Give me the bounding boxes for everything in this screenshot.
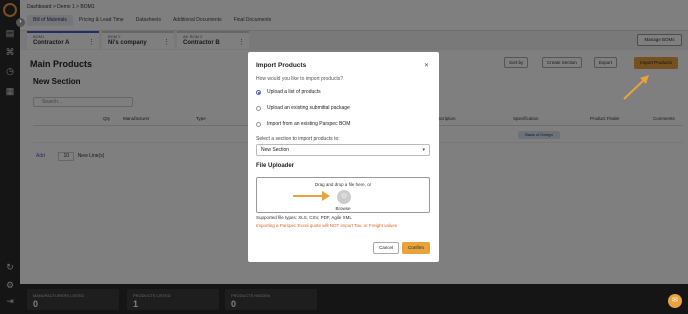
upload-icon[interactable]: ⊙	[337, 190, 351, 204]
radio-icon[interactable]	[256, 105, 261, 111]
close-icon[interactable]: ✕	[424, 62, 429, 69]
file-uploader-heading: File Uploader	[256, 163, 295, 169]
option-upload-submittal[interactable]: Upload an existing submittal package	[256, 105, 350, 111]
radio-selected-icon[interactable]	[256, 89, 261, 95]
supported-types: Supported file types: XLS, CSV, PDF, Agi…	[256, 215, 352, 220]
section-select[interactable]: New Section ▾	[256, 144, 430, 156]
confirm-button[interactable]: Confirm	[402, 242, 430, 254]
chat-icon[interactable]: ✉	[668, 294, 682, 308]
section-select-label: Select a section to import products to:	[256, 136, 340, 142]
arrow-annotation	[293, 191, 330, 201]
option-upload-list[interactable]: Upload a list of products	[256, 89, 321, 95]
import-question: How would you like to import products?	[256, 76, 343, 82]
browse-link[interactable]: Browse	[257, 206, 429, 211]
import-warning: Importing a Parspec Excel quote will NOT…	[256, 223, 398, 228]
file-drop-zone[interactable]: Drag and drop a file here, or ⊙ Browse	[256, 177, 430, 213]
option-import-bom[interactable]: Import from an existing Parspec BOM	[256, 121, 350, 127]
import-products-dialog: Import Products ✕ How would you like to …	[248, 52, 439, 262]
radio-icon[interactable]	[256, 121, 261, 127]
chevron-down-icon: ▾	[422, 147, 425, 153]
dialog-title: Import Products	[256, 62, 307, 69]
arrow-annotation	[623, 75, 649, 100]
cancel-button[interactable]: Cancel	[373, 242, 399, 254]
collapse-sidebar-button[interactable]: ›	[16, 18, 25, 27]
